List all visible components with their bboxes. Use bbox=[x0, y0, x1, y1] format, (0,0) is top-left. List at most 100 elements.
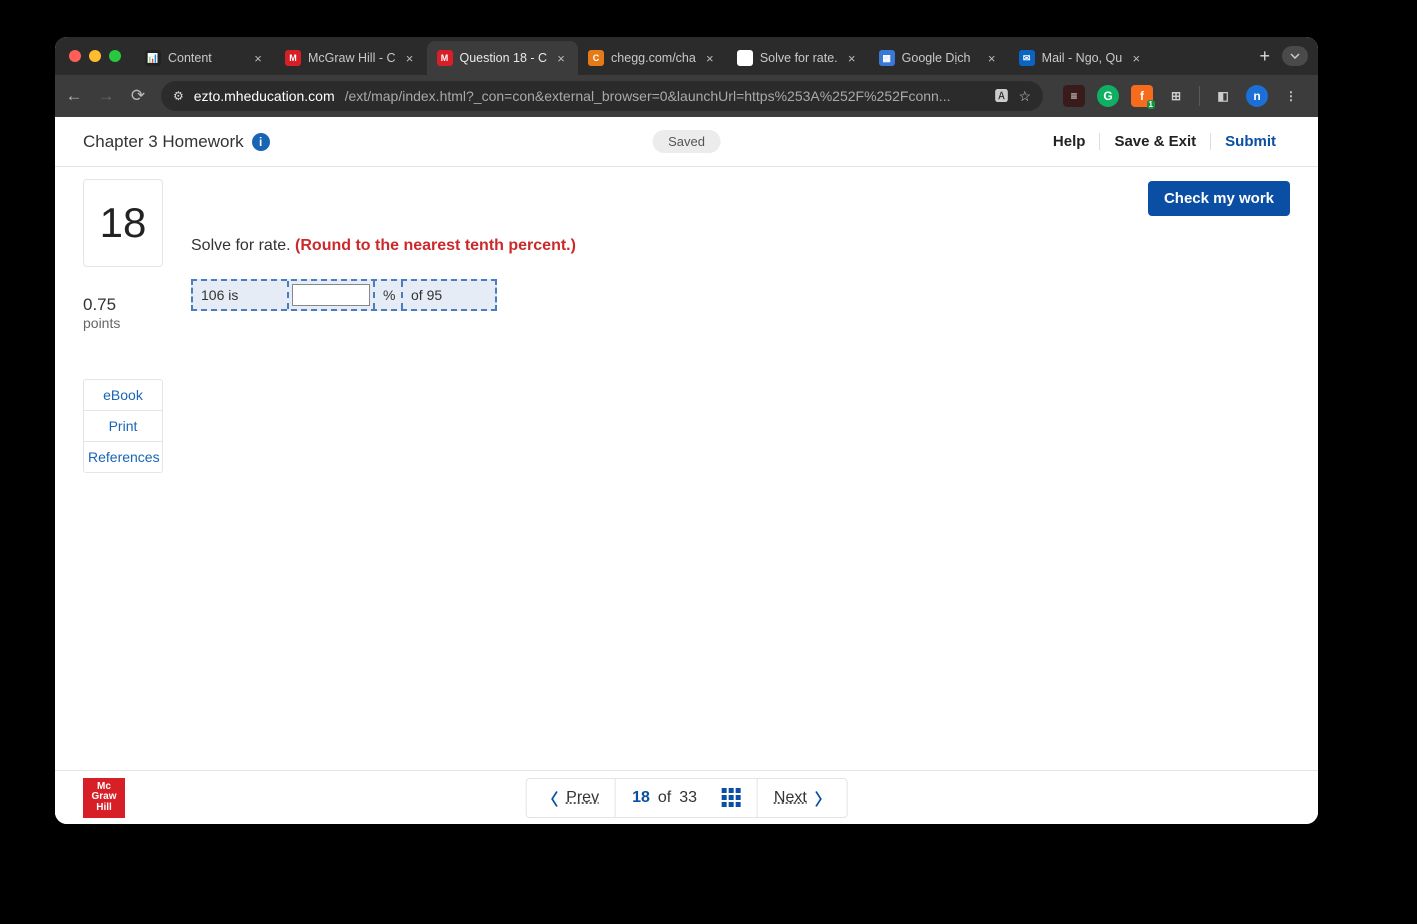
eq-left: 106 is bbox=[193, 281, 289, 309]
tabs-container: 📊 Content × M McGraw Hill - C × M Question 18 -… bbox=[135, 37, 1247, 75]
close-tab-icon[interactable]: × bbox=[1129, 51, 1143, 65]
favicon: G bbox=[737, 50, 753, 66]
browser-tab[interactable]: ✉ Mail - Ngo, Qu × bbox=[1009, 41, 1154, 75]
maximize-window-icon[interactable] bbox=[109, 50, 121, 62]
question-sidebar: 18 0.75 points eBook Print References bbox=[83, 179, 163, 473]
prompt-round: (Round to the nearest tenth percent.) bbox=[295, 237, 576, 254]
url-field[interactable]: ⚙ ezto.mheducation.com/ext/map/index.htm… bbox=[161, 81, 1043, 111]
url-path: /ext/map/index.html?_con=con&external_br… bbox=[345, 88, 985, 104]
grid-icon[interactable] bbox=[722, 788, 741, 807]
sidepanel-icon[interactable]: ◧ bbox=[1212, 85, 1234, 107]
eq-percent: % bbox=[375, 281, 403, 309]
main-area: 18 0.75 points eBook Print References So… bbox=[55, 167, 1318, 473]
assignment-header: Chapter 3 Homework i Saved Help Save & E… bbox=[55, 117, 1318, 167]
browser-window: 📊 Content × M McGraw Hill - C × M Question 18 -… bbox=[55, 37, 1318, 824]
favicon: 📊 bbox=[145, 50, 161, 66]
next-button[interactable]: Next 〉 bbox=[758, 779, 847, 817]
browser-tab[interactable]: M McGraw Hill - C × bbox=[275, 41, 427, 75]
points-label: points bbox=[83, 315, 163, 331]
tab-title: Google Dịch bbox=[902, 51, 978, 65]
of-label: of bbox=[658, 789, 671, 807]
rate-input[interactable] bbox=[292, 284, 370, 306]
help-button[interactable]: Help bbox=[1039, 133, 1101, 150]
extensions-area: ≡ G f1 ⊞ ◧ n ⋮ bbox=[1057, 85, 1308, 107]
divider bbox=[1199, 86, 1200, 106]
favicon: ▦ bbox=[879, 50, 895, 66]
tab-title: Content bbox=[168, 51, 244, 65]
profile-avatar[interactable]: n bbox=[1246, 85, 1268, 107]
chevron-left-icon: 〈 bbox=[542, 786, 558, 810]
site-settings-icon[interactable]: ⚙ bbox=[173, 89, 184, 103]
minimize-window-icon[interactable] bbox=[89, 50, 101, 62]
url-host: ezto.mheducation.com bbox=[194, 88, 335, 104]
tab-title: Solve for rate. bbox=[760, 51, 838, 65]
reload-button[interactable]: ⟳ bbox=[129, 86, 147, 106]
question-number: 18 bbox=[83, 179, 163, 267]
eq-right: of 95 bbox=[403, 281, 495, 309]
total-pages: 33 bbox=[679, 789, 697, 807]
tab-title: chegg.com/cha bbox=[611, 51, 696, 65]
close-window-icon[interactable] bbox=[69, 50, 81, 62]
question-body: Solve for rate. (Round to the nearest te… bbox=[191, 179, 1290, 473]
logo-line3: Hill bbox=[96, 803, 112, 814]
extension-icon-1[interactable]: ≡ bbox=[1063, 85, 1085, 107]
submit-button[interactable]: Submit bbox=[1211, 133, 1290, 150]
print-link[interactable]: Print bbox=[84, 411, 162, 442]
forward-button[interactable]: → bbox=[97, 86, 115, 106]
question-prompt: Solve for rate. (Round to the nearest te… bbox=[191, 237, 1290, 255]
browser-tab[interactable]: Cchegg.com/cha × bbox=[578, 41, 727, 75]
assignment-title: Chapter 3 Homework bbox=[83, 132, 244, 152]
ebook-link[interactable]: eBook bbox=[84, 380, 162, 411]
points-value: 0.75 bbox=[83, 295, 163, 315]
points-block: 0.75 points bbox=[83, 295, 163, 331]
translate-icon[interactable]: 🅰 bbox=[994, 86, 1008, 106]
close-tab-icon[interactable]: × bbox=[554, 51, 568, 65]
bookmark-icon[interactable]: ☆ bbox=[1018, 88, 1031, 105]
chevron-right-icon: 〉 bbox=[815, 786, 831, 810]
save-exit-button[interactable]: Save & Exit bbox=[1100, 133, 1211, 150]
close-tab-icon[interactable]: × bbox=[703, 51, 717, 65]
close-tab-icon[interactable]: × bbox=[985, 51, 999, 65]
info-icon[interactable]: i bbox=[252, 133, 270, 151]
browser-tab[interactable]: G Solve for rate. × bbox=[727, 41, 869, 75]
browser-tab[interactable]: ▦ Google Dịch × bbox=[869, 41, 1009, 75]
close-tab-icon[interactable]: × bbox=[251, 51, 265, 65]
chrome-menu-icon[interactable]: ⋮ bbox=[1280, 85, 1302, 107]
saved-badge: Saved bbox=[652, 130, 721, 153]
tab-strip: 📊 Content × M McGraw Hill - C × M Question 18 -… bbox=[55, 37, 1318, 75]
tab-title: Question 18 - C bbox=[460, 51, 548, 65]
header-actions: Help Save & Exit Submit bbox=[1039, 133, 1290, 150]
question-pager: 〈 Prev 18 of 33 Next 〉 bbox=[525, 778, 848, 818]
favicon: ✉ bbox=[1019, 50, 1035, 66]
current-page: 18 bbox=[632, 789, 650, 807]
address-bar: ← → ⟳ ⚙ ezto.mheducation.com/ext/map/ind… bbox=[55, 75, 1318, 117]
check-my-work-button[interactable]: Check my work bbox=[1148, 181, 1290, 216]
favicon: M bbox=[437, 50, 453, 66]
next-label: Next bbox=[774, 789, 807, 807]
tab-title: McGraw Hill - C bbox=[308, 51, 396, 65]
prompt-text: Solve for rate. bbox=[191, 237, 295, 254]
prev-label: Prev bbox=[566, 789, 599, 807]
extensions-menu-icon[interactable]: ⊞ bbox=[1165, 85, 1187, 107]
tab-overflow-button[interactable] bbox=[1282, 46, 1308, 66]
page-content: Chapter 3 Homework i Saved Help Save & E… bbox=[55, 117, 1318, 824]
new-tab-button[interactable]: + bbox=[1247, 46, 1282, 67]
equation-row: 106 is % of 95 bbox=[191, 279, 497, 311]
prev-button[interactable]: 〈 Prev bbox=[526, 779, 616, 817]
browser-tab[interactable]: 📊 Content × bbox=[135, 41, 275, 75]
references-link[interactable]: References bbox=[84, 442, 162, 472]
close-tab-icon[interactable]: × bbox=[403, 51, 417, 65]
browser-tab[interactable]: M Question 18 - C × bbox=[427, 41, 579, 75]
back-button[interactable]: ← bbox=[65, 86, 83, 106]
extension-icon-3[interactable]: f1 bbox=[1131, 85, 1153, 107]
footer-bar: Mc Graw Hill 〈 Prev 18 of 33 Next bbox=[55, 770, 1318, 824]
close-tab-icon[interactable]: × bbox=[845, 51, 859, 65]
mcgraw-hill-logo: Mc Graw Hill bbox=[83, 778, 125, 818]
window-controls bbox=[65, 50, 129, 62]
side-actions: eBook Print References bbox=[83, 379, 163, 473]
favicon: M bbox=[285, 50, 301, 66]
grammarly-icon[interactable]: G bbox=[1097, 85, 1119, 107]
page-indicator: 18 of 33 bbox=[616, 779, 758, 817]
favicon: C bbox=[588, 50, 604, 66]
tab-title: Mail - Ngo, Qu bbox=[1042, 51, 1123, 65]
